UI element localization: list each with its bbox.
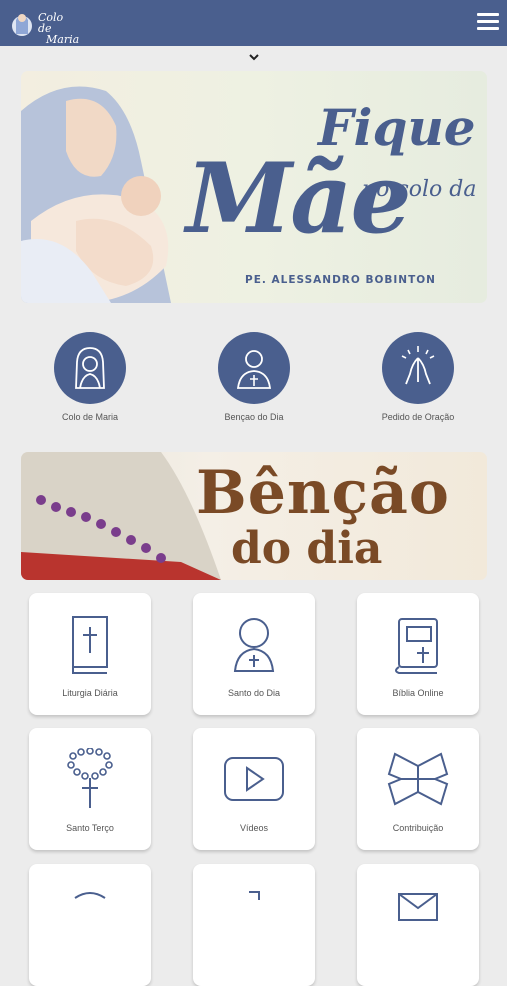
card-partial-1[interactable] (29, 864, 151, 986)
card-label: Liturgia Diária (62, 688, 118, 698)
card-partial-3[interactable] (357, 864, 479, 986)
envelope-icon (398, 893, 438, 921)
app-logo[interactable]: Colo de Maria (8, 6, 79, 45)
logo-text: Colo de Maria (38, 12, 79, 45)
top-bar: Colo de Maria (0, 0, 507, 46)
card-liturgia-diaria[interactable]: Liturgia Diária (29, 593, 151, 715)
card-label: Santo Terço (66, 823, 114, 833)
card-label: Santo do Dia (227, 688, 281, 698)
banner-author: PE. ALESSANDRO BOBINTON (245, 274, 436, 286)
card-contribuicao[interactable]: Contribuição (357, 728, 479, 850)
blessing-banner[interactable]: Bênção do dia (21, 452, 487, 580)
bible-icon (72, 616, 108, 674)
praying-hands-icon (401, 346, 435, 385)
main-banner[interactable]: Fique no colo da Mãe PE. ALESSANDRO BOBI… (21, 71, 487, 303)
quick-link-pedido-de-oracao[interactable]: Pedido de Oração (363, 332, 473, 422)
card-partial-2[interactable] (193, 864, 315, 986)
logo-text-line1: Colo de (38, 11, 64, 35)
blessing-title-line1: Bênção (196, 458, 450, 528)
online-bible-icon (395, 618, 438, 674)
banner-title-big: Mãe (186, 142, 412, 255)
chevron-down-icon[interactable] (247, 52, 261, 62)
quick-link-label: Colo de Maria (61, 412, 119, 422)
card-label: Contribuição (392, 823, 444, 833)
card-santo-do-dia[interactable]: Santo do Dia (193, 593, 315, 715)
quick-link-label: Pedido de Oração (381, 412, 455, 422)
quick-link-label: Bençao do Dia (224, 412, 284, 422)
card-santo-terco[interactable]: Santo Terço (29, 728, 151, 850)
video-play-icon (224, 757, 284, 801)
rosary-icon (67, 748, 113, 808)
quick-link-bencao-do-dia[interactable]: Bençao do Dia (199, 332, 309, 422)
card-label: Bíblia Online (392, 688, 444, 698)
hamburger-menu-icon[interactable] (477, 13, 499, 33)
blessing-title-line2: do dia (231, 523, 383, 574)
card-videos[interactable]: Vídeos (193, 728, 315, 850)
mary-icon (75, 347, 105, 389)
saint-icon (233, 618, 275, 672)
partial-icon (249, 891, 260, 900)
card-label: Vídeos (239, 823, 269, 833)
gift-icon (387, 752, 449, 806)
logo-text-line2: Maria (46, 33, 80, 46)
rosary-book-image (21, 452, 221, 580)
card-biblia-online[interactable]: Bíblia Online (357, 593, 479, 715)
priest-icon (236, 350, 272, 389)
book-partial-icon (74, 892, 106, 899)
quick-link-colo-de-maria[interactable]: Colo de Maria (35, 332, 145, 422)
